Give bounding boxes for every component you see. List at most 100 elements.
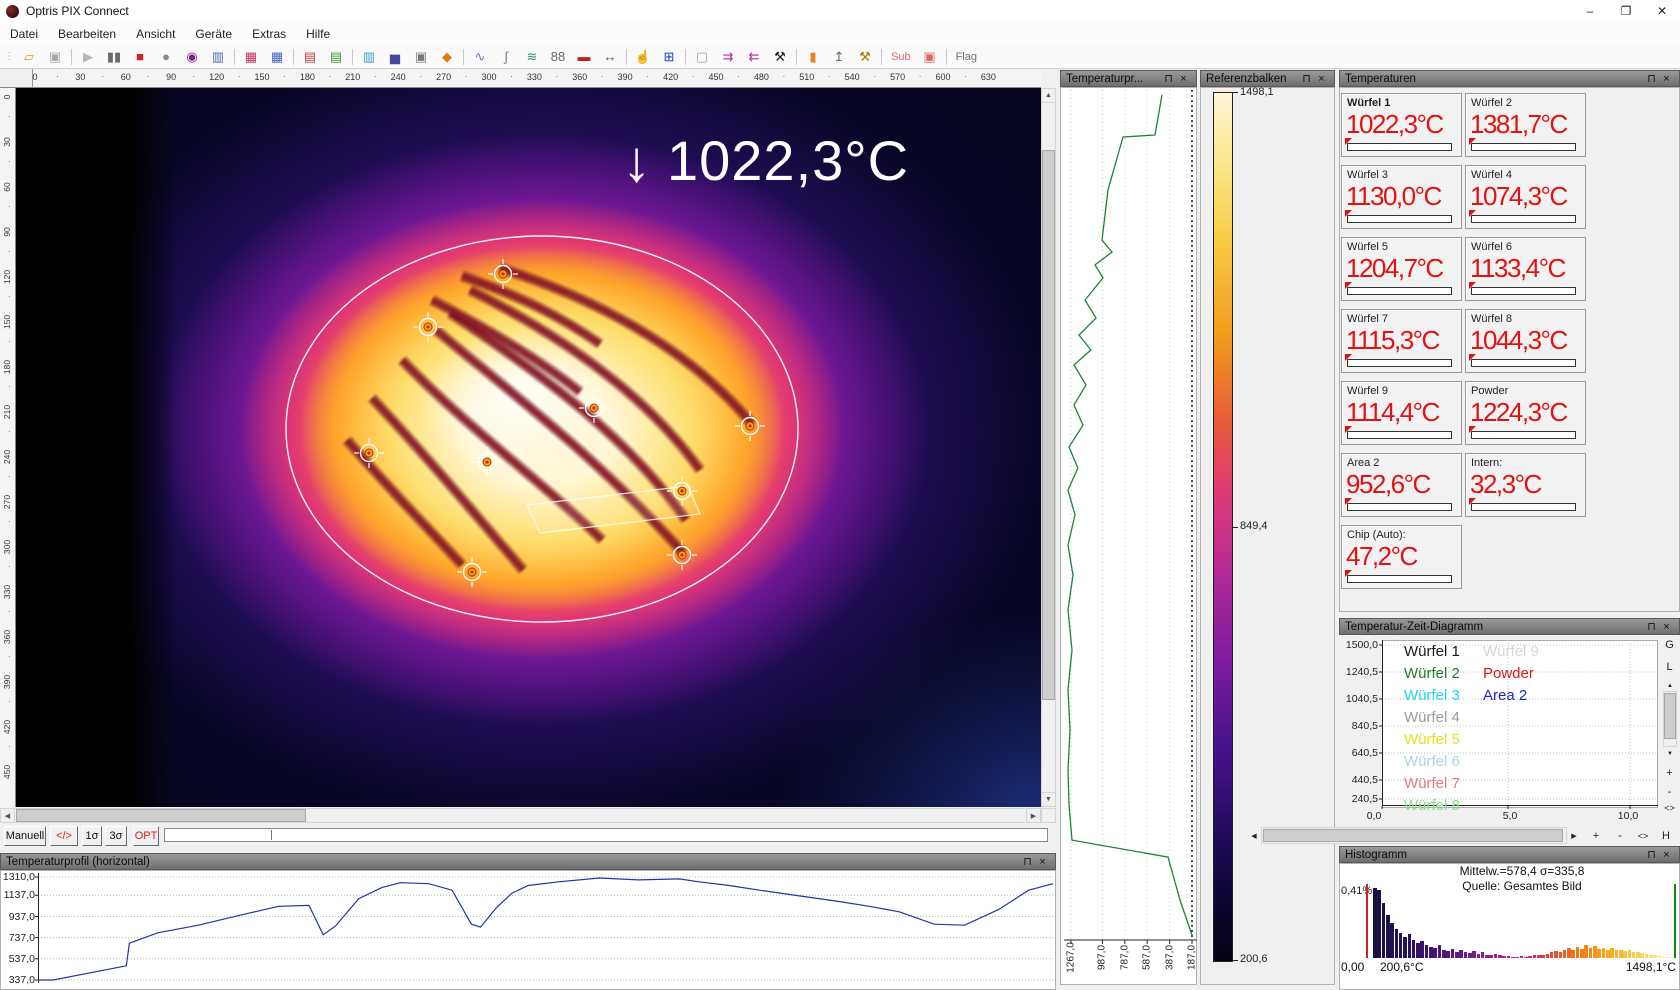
pin-icon[interactable]: ⊓ (1644, 848, 1659, 861)
maximize-icon[interactable]: ❐ (1608, 0, 1644, 22)
file-play-icon[interactable]: ▤ (324, 47, 348, 67)
menu-ansicht[interactable]: Ansicht (126, 24, 185, 44)
close-icon[interactable]: × (1659, 849, 1674, 861)
thermal-image-canvas[interactable]: ↓ 1022,3°C (16, 88, 1041, 807)
scroll-up-icon[interactable]: ▲ (1663, 680, 1677, 691)
scale-button-manuell[interactable]: Manuell (4, 826, 46, 846)
fit-button[interactable]: <> (1634, 828, 1652, 844)
menu-hilfe[interactable]: Hilfe (296, 24, 340, 44)
digits-display-icon[interactable]: 88 (546, 47, 570, 67)
legend-area2[interactable]: Area 2 (1483, 687, 1527, 704)
legend-wrfel1[interactable]: Würfel 1 (1404, 643, 1460, 660)
record-icon[interactable]: ● (154, 47, 178, 67)
palette-shift-left-icon[interactable]: ⇇ (742, 47, 766, 67)
temp-card-powder[interactable]: Powder1224,3°C (1465, 381, 1586, 445)
legend-wrfel8[interactable]: Würfel 8 (1404, 797, 1460, 814)
video-icon[interactable]: ▣ (409, 47, 433, 67)
red-dashes-icon[interactable]: ▬ (572, 47, 596, 67)
scale-button-1[interactable]: 1σ (82, 826, 102, 846)
colorbar-flip-icon[interactable]: ▥ (357, 47, 381, 67)
zoom-out-button[interactable]: - (1661, 783, 1678, 800)
pin-icon[interactable]: ⊓ (1644, 72, 1659, 85)
temp-card-wrfel7[interactable]: Würfel 71115,3°C (1341, 309, 1462, 373)
profile-curve-icon[interactable]: ∫ (494, 47, 518, 67)
measure-point-marker[interactable] (579, 393, 609, 423)
histogram-max-marker[interactable] (1674, 884, 1676, 958)
vscroll-thumb[interactable] (1042, 150, 1055, 700)
hand-cursor-icon[interactable]: ☝ (631, 47, 655, 67)
flag-button[interactable]: Flag (951, 47, 982, 67)
open-file-icon[interactable]: ▱ (17, 47, 41, 67)
scroll-left-icon[interactable]: ◀ (1247, 827, 1261, 844)
menu-bearbeiten[interactable]: Bearbeiten (48, 24, 126, 44)
menu-extras[interactable]: Extras (242, 24, 296, 44)
time-diagram-vscroll-thumb[interactable] (1664, 693, 1676, 739)
temp-card-intern[interactable]: Intern:32,3°C (1465, 453, 1586, 517)
scale-button-3[interactable]: 3σ (105, 826, 127, 846)
legend-wrfel2[interactable]: Würfel 2 (1404, 665, 1460, 682)
temp-card-wrfel9[interactable]: Würfel 91114,4°C (1341, 381, 1462, 445)
close-icon[interactable]: × (1659, 73, 1674, 85)
menu-datei[interactable]: Datei (0, 24, 48, 44)
legend-wrfel6[interactable]: Würfel 6 (1404, 753, 1460, 770)
close-icon[interactable]: × (1176, 73, 1191, 85)
palette-image-icon[interactable]: ▦ (239, 47, 263, 67)
slider-cursor[interactable] (271, 830, 272, 840)
zoom-in-button[interactable]: + (1661, 764, 1678, 781)
pin-icon[interactable]: ⊓ (1299, 72, 1314, 85)
histogram-icon[interactable]: ▅ (383, 47, 407, 67)
palette-shift-right-icon[interactable]: ⇉ (716, 47, 740, 67)
legend-wrfel9[interactable]: Würfel 9 (1483, 643, 1539, 660)
temp-card-chipauto[interactable]: Chip (Auto):47,2°C (1341, 525, 1462, 589)
temp-card-wrfel8[interactable]: Würfel 81044,3°C (1465, 309, 1586, 373)
pin-icon[interactable]: ⊓ (1161, 72, 1176, 85)
close-icon[interactable]: × (1314, 73, 1329, 85)
close-icon[interactable]: × (1035, 856, 1050, 868)
fit-window-icon[interactable]: ⊞ (657, 47, 681, 67)
scroll-right-icon[interactable]: ▶ (1026, 808, 1041, 823)
scale-button-[interactable]: </> (50, 826, 78, 846)
hold-button[interactable]: H (1658, 827, 1674, 844)
temp-card-wrfel6[interactable]: Würfel 61133,4°C (1465, 237, 1586, 301)
scroll-up-icon[interactable]: ▲ (1041, 88, 1056, 103)
temp-card-wrfel5[interactable]: Würfel 51204,7°C (1341, 237, 1462, 301)
measure-ellipse[interactable] (286, 236, 798, 622)
save-icon[interactable]: ▣ (43, 47, 67, 67)
copy-icon[interactable]: ▥ (206, 47, 230, 67)
palette-image-alt-icon[interactable]: ▦ (265, 47, 289, 67)
multi-chart-icon[interactable]: ≋ (520, 47, 544, 67)
close-icon[interactable]: × (1659, 621, 1674, 633)
measure-point-marker[interactable] (354, 438, 384, 468)
legend-wrfel7[interactable]: Würfel 7 (1404, 775, 1460, 792)
scroll-left-icon[interactable]: ◀ (0, 808, 15, 823)
fit-button[interactable]: <> (1659, 801, 1680, 814)
hscroll-thumb[interactable] (16, 809, 306, 822)
upload-icon[interactable]: ↥ (827, 47, 851, 67)
legend-wrfel4[interactable]: Würfel 4 (1404, 709, 1460, 726)
legend-wrfel5[interactable]: Würfel 5 (1404, 731, 1460, 748)
zoom-out-button[interactable]: - (1612, 828, 1628, 844)
pin-icon[interactable]: ⊓ (1020, 855, 1035, 868)
pause-icon[interactable]: ▮▮ (102, 47, 126, 67)
histogram-min-marker[interactable] (1366, 884, 1368, 958)
scroll-right-icon[interactable]: ▶ (1567, 827, 1581, 844)
scroll-down-icon[interactable]: ▼ (1663, 748, 1677, 759)
temp-card-area2[interactable]: Area 2952,6°C (1341, 453, 1462, 517)
tools-config-icon[interactable]: ⚒ (853, 47, 877, 67)
measure-scale-icon[interactable]: ↔ (598, 47, 622, 67)
legend-powder[interactable]: Powder (1483, 665, 1534, 682)
temp-card-wrfel2[interactable]: Würfel 21381,7°C (1465, 93, 1586, 157)
time-diagram-hscroll-thumb[interactable] (1263, 829, 1563, 842)
play-icon[interactable]: ▶ (76, 47, 100, 67)
time-diagram-g-button[interactable]: G (1661, 636, 1678, 653)
line-chart-icon[interactable]: ∿ (468, 47, 492, 67)
temp-card-wrfel3[interactable]: Würfel 31130,0°C (1341, 165, 1462, 229)
zoom-in-button[interactable]: + (1588, 828, 1604, 844)
temp-card-wrfel4[interactable]: Würfel 41074,3°C (1465, 165, 1586, 229)
file-record-icon[interactable]: ▤ (298, 47, 322, 67)
snapshot-camera-icon[interactable]: ◉ (180, 47, 204, 67)
time-diagram-l-button[interactable]: L (1661, 658, 1678, 675)
reference-bar-icon[interactable]: ▮ (801, 47, 825, 67)
scale-button-opt[interactable]: OPT (133, 826, 159, 846)
close-icon[interactable]: ✕ (1644, 0, 1680, 22)
